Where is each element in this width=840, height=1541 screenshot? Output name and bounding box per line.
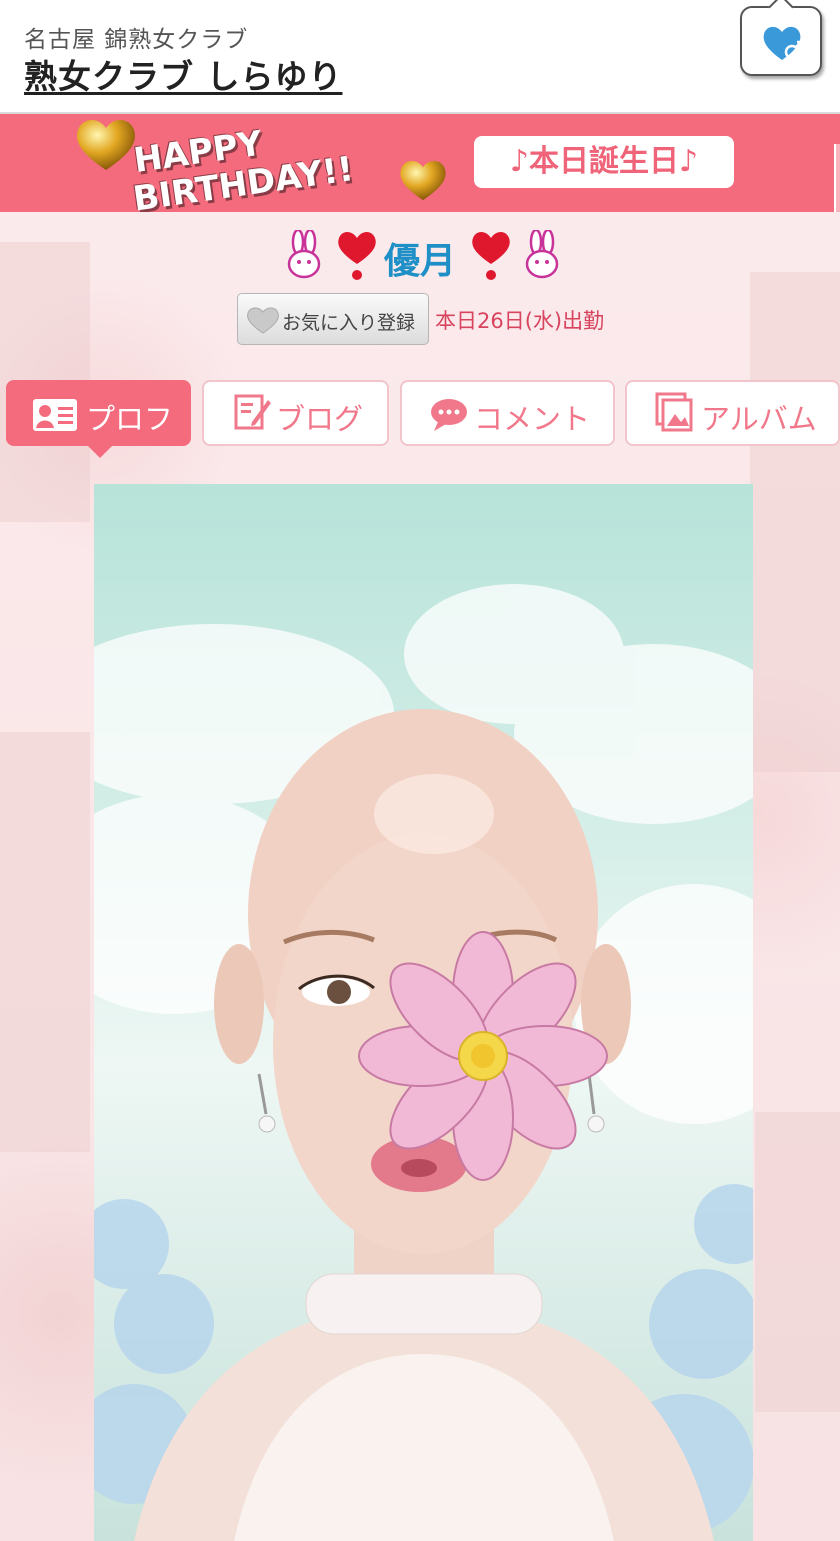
comment-bubble-icon [431,399,467,431]
site-header: 名古屋 錦熟女クラブ 熟女クラブ しらゆり [0,0,840,114]
heart-exclamation-icon [472,232,510,280]
heart-male-icon [763,26,803,60]
birthday-banner: HAPPY BIRTHDAY!! ♪本日誕生日♪ [0,114,840,220]
rabbit-icon [525,230,559,279]
add-favorite-button[interactable]: お気に入り登録 [237,293,429,345]
site-subtitle: 名古屋 錦熟女クラブ [24,27,249,53]
gold-heart-icon [400,160,446,201]
tab-album[interactable]: アルバム [625,380,840,446]
blog-edit-icon [234,394,271,430]
rabbit-icon [287,230,321,279]
tab-profile-label: プロフ [86,402,174,436]
heart-exclamation-icon [338,232,376,280]
add-favorite-label: お気に入り登録 [282,312,416,334]
tab-blog-label: ブログ [276,402,364,436]
tab-blog[interactable]: ブログ [202,380,389,446]
attendance-status: 本日26日(水)出勤 [435,309,605,333]
profile-photo[interactable] [94,484,753,1541]
profile-name-row: 優月 [0,226,840,286]
tab-comment-label: コメント [474,402,591,436]
happy-birthday-text: HAPPY BIRTHDAY!! [130,123,356,220]
birthday-today-badge: ♪本日誕生日♪ [474,136,734,188]
heart-icon [247,307,279,334]
favorites-button[interactable] [740,6,822,76]
tab-comment[interactable]: コメント [400,380,615,446]
tab-profile[interactable]: プロフ [6,380,191,458]
album-icon [655,392,693,432]
profile-name: 優月 [384,241,457,282]
site-title-link[interactable]: 熟女クラブ しらゆり [24,50,343,98]
tab-album-label: アルバム [701,402,817,436]
profile-card-icon [33,399,77,431]
